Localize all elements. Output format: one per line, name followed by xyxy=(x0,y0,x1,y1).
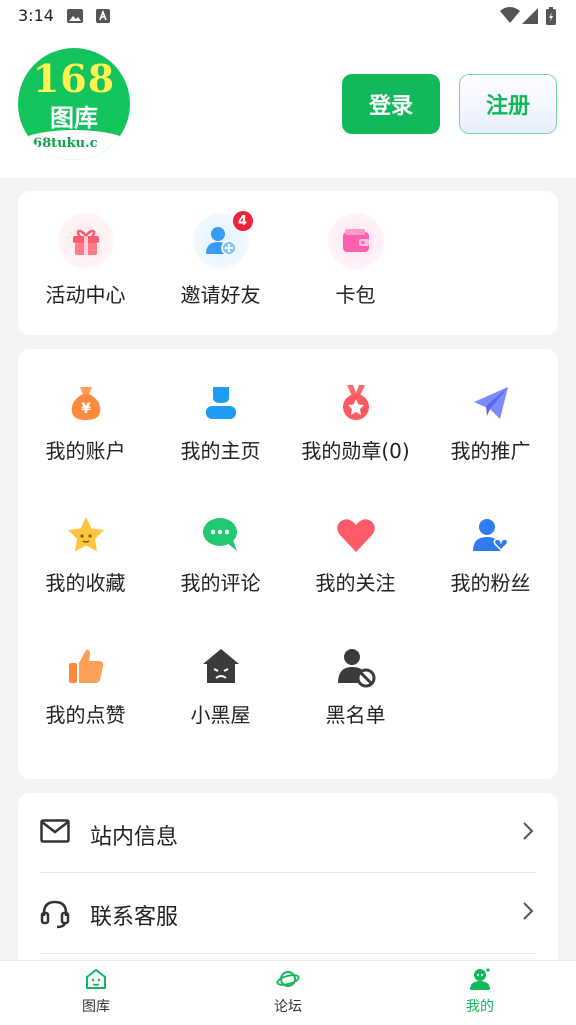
headset-icon xyxy=(40,900,70,929)
image-notification-icon xyxy=(67,9,83,23)
menu-my-medals[interactable]: 我的勋章(0) xyxy=(288,381,423,464)
thumbs-up-icon xyxy=(68,649,103,683)
menu-item-label: 我的收藏 xyxy=(45,571,126,595)
invite-friend-icon xyxy=(205,227,237,256)
svg-text:¥: ¥ xyxy=(81,401,91,417)
list-item-customer-service[interactable]: 联系客服 xyxy=(18,873,558,953)
wallet-icon xyxy=(342,229,369,252)
menu-my-likes[interactable]: 我的点赞 xyxy=(18,645,153,728)
user-icon xyxy=(205,387,236,419)
menu-item-label: 我的点赞 xyxy=(45,703,126,727)
menu-my-follows[interactable]: 我的关注 xyxy=(288,513,423,596)
tab-label: 图库 xyxy=(82,999,110,1015)
paper-plane-icon xyxy=(473,387,508,419)
settings-list-card: 站内信息 联系客服 xyxy=(18,793,558,973)
menu-blacklist[interactable]: 黑名单 xyxy=(288,645,423,728)
menu-item-label: 我的账户 xyxy=(45,439,126,463)
planet-icon xyxy=(276,971,300,987)
tab-label: 我的 xyxy=(466,999,494,1015)
menu-my-homepage[interactable]: 我的主页 xyxy=(153,381,288,464)
quick-action-label: 卡包 xyxy=(335,283,376,307)
menu-item-label: 我的推广 xyxy=(450,439,531,463)
wifi-icon xyxy=(500,7,520,23)
text-notification-icon xyxy=(96,9,110,23)
quick-action-card-wallet[interactable]: 卡包 xyxy=(288,213,423,308)
dark-house-icon xyxy=(202,649,239,683)
app-logo: 168 图库 168tuku.c xyxy=(18,48,130,160)
status-time: 3:14 xyxy=(18,6,54,25)
quick-action-invite-friends[interactable]: 4 邀请好友 xyxy=(153,211,288,308)
tab-gallery[interactable]: 图库 xyxy=(0,967,192,1016)
list-item-label: 联系客服 xyxy=(90,905,179,930)
register-button[interactable]: 注册 xyxy=(459,74,557,134)
tab-mine[interactable]: 我的 xyxy=(384,967,576,1016)
gift-icon xyxy=(72,229,99,255)
status-bar: 3:14 xyxy=(0,0,576,34)
menu-item-label: 黑名单 xyxy=(325,703,386,727)
menu-my-favorites[interactable]: 我的收藏 xyxy=(18,513,153,596)
menu-item-label: 我的关注 xyxy=(315,571,396,595)
chevron-right-icon xyxy=(523,902,534,920)
menu-my-account[interactable]: ¥ 我的账户 xyxy=(18,381,153,464)
bottom-tab-bar: 图库 论坛 我的 xyxy=(0,960,576,1025)
comment-icon xyxy=(202,518,237,551)
blocked-user-icon xyxy=(337,649,375,688)
list-item-site-messages[interactable]: 站内信息 xyxy=(18,793,558,873)
login-button[interactable]: 登录 xyxy=(342,74,440,134)
menu-dark-room[interactable]: 小黑屋 xyxy=(153,645,288,728)
invite-badge: 4 xyxy=(232,211,253,231)
logo-number: 168 xyxy=(32,56,116,101)
battery-icon xyxy=(546,7,556,25)
quick-actions-card: 活动中心 4 邀请好友 卡包 xyxy=(18,191,558,335)
menu-item-label: 我的主页 xyxy=(180,439,261,463)
menu-item-label: 我的粉丝 xyxy=(450,571,531,595)
chevron-right-icon xyxy=(523,822,534,840)
quick-action-activity-center[interactable]: 活动中心 xyxy=(18,213,153,308)
menu-item-label: 我的评论 xyxy=(180,571,261,595)
fans-icon xyxy=(472,519,508,552)
quick-action-label: 活动中心 xyxy=(45,283,126,307)
list-item-label: 站内信息 xyxy=(90,825,179,850)
menu-my-comments[interactable]: 我的评论 xyxy=(153,513,288,596)
menu-item-label: 小黑屋 xyxy=(190,703,251,727)
mail-icon xyxy=(40,819,70,843)
logo-url: 168tuku.c xyxy=(24,136,98,151)
divider xyxy=(40,953,536,954)
tab-label: 论坛 xyxy=(274,999,302,1015)
star-icon xyxy=(67,517,104,552)
signal-icon xyxy=(522,8,538,24)
menu-my-promotion[interactable]: 我的推广 xyxy=(423,381,558,464)
quick-action-label: 邀请好友 xyxy=(180,283,261,307)
menu-my-fans[interactable]: 我的粉丝 xyxy=(423,513,558,596)
money-bag-icon: ¥ xyxy=(71,387,100,420)
gallery-icon xyxy=(86,968,106,989)
tab-forum[interactable]: 论坛 xyxy=(192,967,384,1016)
logo-text: 图库 xyxy=(50,104,98,132)
heart-icon xyxy=(336,519,375,552)
menu-grid-card: ¥ 我的账户 我的主页 我的勋章(0) 我的推广 我的收藏 我的评论 我的关注 … xyxy=(18,349,558,779)
profile-icon xyxy=(470,968,490,990)
menu-item-label: 我的勋章(0) xyxy=(301,439,410,463)
medal-icon xyxy=(342,385,369,420)
